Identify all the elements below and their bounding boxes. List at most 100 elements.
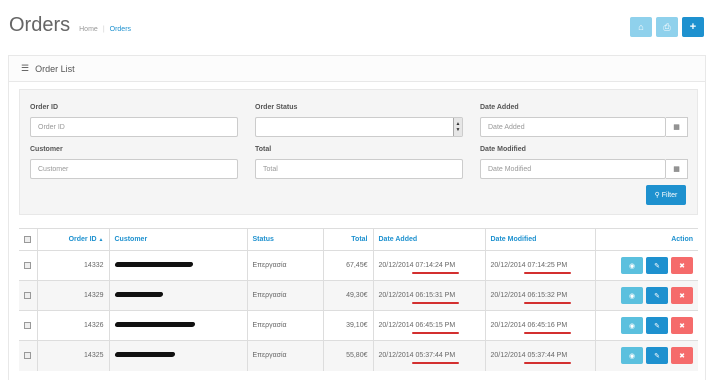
trash-icon: ✖ — [679, 262, 685, 270]
annotation-underline — [523, 302, 572, 304]
order-id-cell: 14326 — [37, 310, 110, 341]
print-button[interactable]: ⎙ — [656, 17, 678, 37]
col-header-customer[interactable]: Customer — [109, 228, 248, 251]
breadcrumb: Home | Orders — [79, 26, 131, 33]
total-input[interactable]: Total — [255, 159, 463, 179]
table-row: 14325 Επεργασία 55,80€ 20/12/2014 05:37:… — [19, 340, 698, 371]
total-cell: 67,45€ — [323, 250, 374, 281]
redacted-customer-name — [114, 262, 193, 267]
delete-button[interactable]: ✖ — [671, 317, 693, 334]
date-modified-input[interactable]: Date Modified — [480, 159, 666, 179]
edit-button[interactable]: ✎ — [646, 287, 668, 304]
date-modified-cell: 20/12/2014 06:15:32 PM — [485, 280, 596, 311]
pencil-icon: ✎ — [654, 352, 660, 360]
pencil-icon: ✎ — [654, 292, 660, 300]
table-row: 14332 Επεργασία 67,45€ 20/12/2014 07:14:… — [19, 250, 698, 281]
delete-button[interactable]: ✖ — [671, 347, 693, 365]
order-id-input[interactable]: Order ID — [30, 117, 238, 137]
annotation-underline — [523, 362, 572, 365]
delete-button[interactable]: ✖ — [671, 287, 693, 304]
add-order-button[interactable]: + — [682, 17, 704, 37]
table-header-row: Order ID ▲ Customer Status Total Date Ad… — [19, 228, 698, 251]
row-checkbox[interactable] — [24, 352, 32, 360]
delete-button[interactable]: ✖ — [671, 257, 693, 274]
breadcrumb-home[interactable]: Home — [79, 26, 98, 33]
col-header-total[interactable]: Total — [323, 228, 374, 251]
select-all-checkbox[interactable] — [24, 235, 32, 243]
search-icon: ⚲ — [654, 192, 660, 199]
eye-icon: ◉ — [628, 262, 636, 270]
page-title: Orders — [9, 14, 71, 36]
date-added-cell: 20/12/2014 06:45:15 PM — [373, 310, 486, 341]
action-cell: ◉ ✎ ✖ — [595, 340, 698, 371]
total-cell: 55,80€ — [323, 340, 374, 371]
view-button[interactable]: ◉ — [621, 317, 643, 334]
view-button[interactable]: ◉ — [621, 287, 643, 304]
order-status-select[interactable]: ▲ ▼ — [255, 117, 463, 137]
status-cell: Επεργασία — [247, 310, 324, 341]
orders-table: Order ID ▲ Customer Status Total Date Ad… — [19, 228, 698, 371]
order-list-panel: ☰ Order List Order ID Order ID Order Sta… — [8, 55, 706, 380]
edit-button[interactable]: ✎ — [646, 257, 668, 274]
trash-icon: ✖ — [679, 352, 685, 360]
customer-label: Customer — [30, 146, 63, 153]
filter-button[interactable]: ⚲ Filter — [646, 185, 686, 205]
dropdown-arrow-icon: ▲ ▼ — [453, 118, 462, 136]
table-row: 14326 Επεργασία 39,10€ 20/12/2014 06:45:… — [19, 310, 698, 341]
order-status-label: Order Status — [255, 104, 298, 111]
eye-icon: ◉ — [628, 292, 636, 300]
pencil-icon: ✎ — [654, 262, 660, 270]
home-icon: ⌂ — [638, 22, 644, 32]
col-header-status[interactable]: Status — [247, 228, 324, 251]
customer-cell — [109, 340, 248, 371]
row-select-cell — [19, 310, 38, 341]
col-header-date-added[interactable]: Date Added — [373, 228, 486, 251]
date-added-label: Date Added — [480, 104, 519, 111]
status-cell: Επεργασία — [247, 280, 324, 311]
col-header-date-modified[interactable]: Date Modified — [485, 228, 596, 251]
row-select-cell — [19, 250, 38, 281]
breadcrumb-orders[interactable]: Orders — [110, 26, 131, 33]
row-select-cell — [19, 340, 38, 371]
breadcrumb-separator: | — [102, 26, 105, 33]
redacted-customer-name — [114, 292, 163, 297]
total-label: Total — [255, 146, 272, 153]
total-cell: 49,30€ — [323, 280, 374, 311]
status-cell: Επεργασία — [247, 340, 324, 371]
filter-box: Order ID Order ID Order Status ▲ ▼ Date A… — [19, 89, 698, 215]
annotation-underline — [523, 272, 572, 274]
date-added-cell: 20/12/2014 06:15:31 PM — [373, 280, 486, 311]
redacted-customer-name — [114, 322, 195, 327]
date-added-calendar-button[interactable]: ▦ — [666, 117, 688, 137]
row-checkbox[interactable] — [24, 321, 32, 329]
view-button[interactable]: ◉ — [621, 347, 643, 365]
row-select-cell — [19, 280, 38, 311]
date-added-cell: 20/12/2014 05:37:44 PM — [373, 340, 486, 371]
annotation-underline — [523, 332, 572, 334]
date-added-input[interactable]: Date Added — [480, 117, 666, 137]
home-button[interactable]: ⌂ — [630, 17, 652, 37]
sort-asc-icon: ▲ — [98, 237, 104, 243]
redacted-customer-name — [114, 352, 175, 358]
customer-cell — [109, 310, 248, 341]
table-row: 14329 Επεργασία 49,30€ 20/12/2014 06:15:… — [19, 280, 698, 311]
customer-input[interactable]: Customer — [30, 159, 238, 179]
order-id-cell: 14325 — [37, 340, 110, 371]
filter-button-label: Filter — [661, 191, 678, 199]
row-checkbox[interactable] — [24, 261, 32, 269]
view-button[interactable]: ◉ — [621, 257, 643, 274]
trash-icon: ✖ — [679, 292, 685, 300]
date-modified-cell: 20/12/2014 05:37:44 PM — [485, 340, 596, 371]
date-modified-cell: 20/12/2014 06:45:16 PM — [485, 310, 596, 341]
col-header-order-id[interactable]: Order ID ▲ — [37, 228, 110, 251]
page-header: Orders Home | Orders — [9, 14, 131, 37]
date-modified-cell: 20/12/2014 07:14:25 PM — [485, 250, 596, 281]
edit-button[interactable]: ✎ — [646, 347, 668, 365]
pencil-icon: ✎ — [654, 322, 660, 330]
row-checkbox[interactable] — [24, 291, 32, 299]
order-id-label: Order ID — [30, 104, 59, 111]
eye-icon: ◉ — [628, 352, 636, 360]
eye-icon: ◉ — [628, 322, 636, 330]
edit-button[interactable]: ✎ — [646, 317, 668, 334]
date-modified-calendar-button[interactable]: ▦ — [666, 159, 688, 179]
